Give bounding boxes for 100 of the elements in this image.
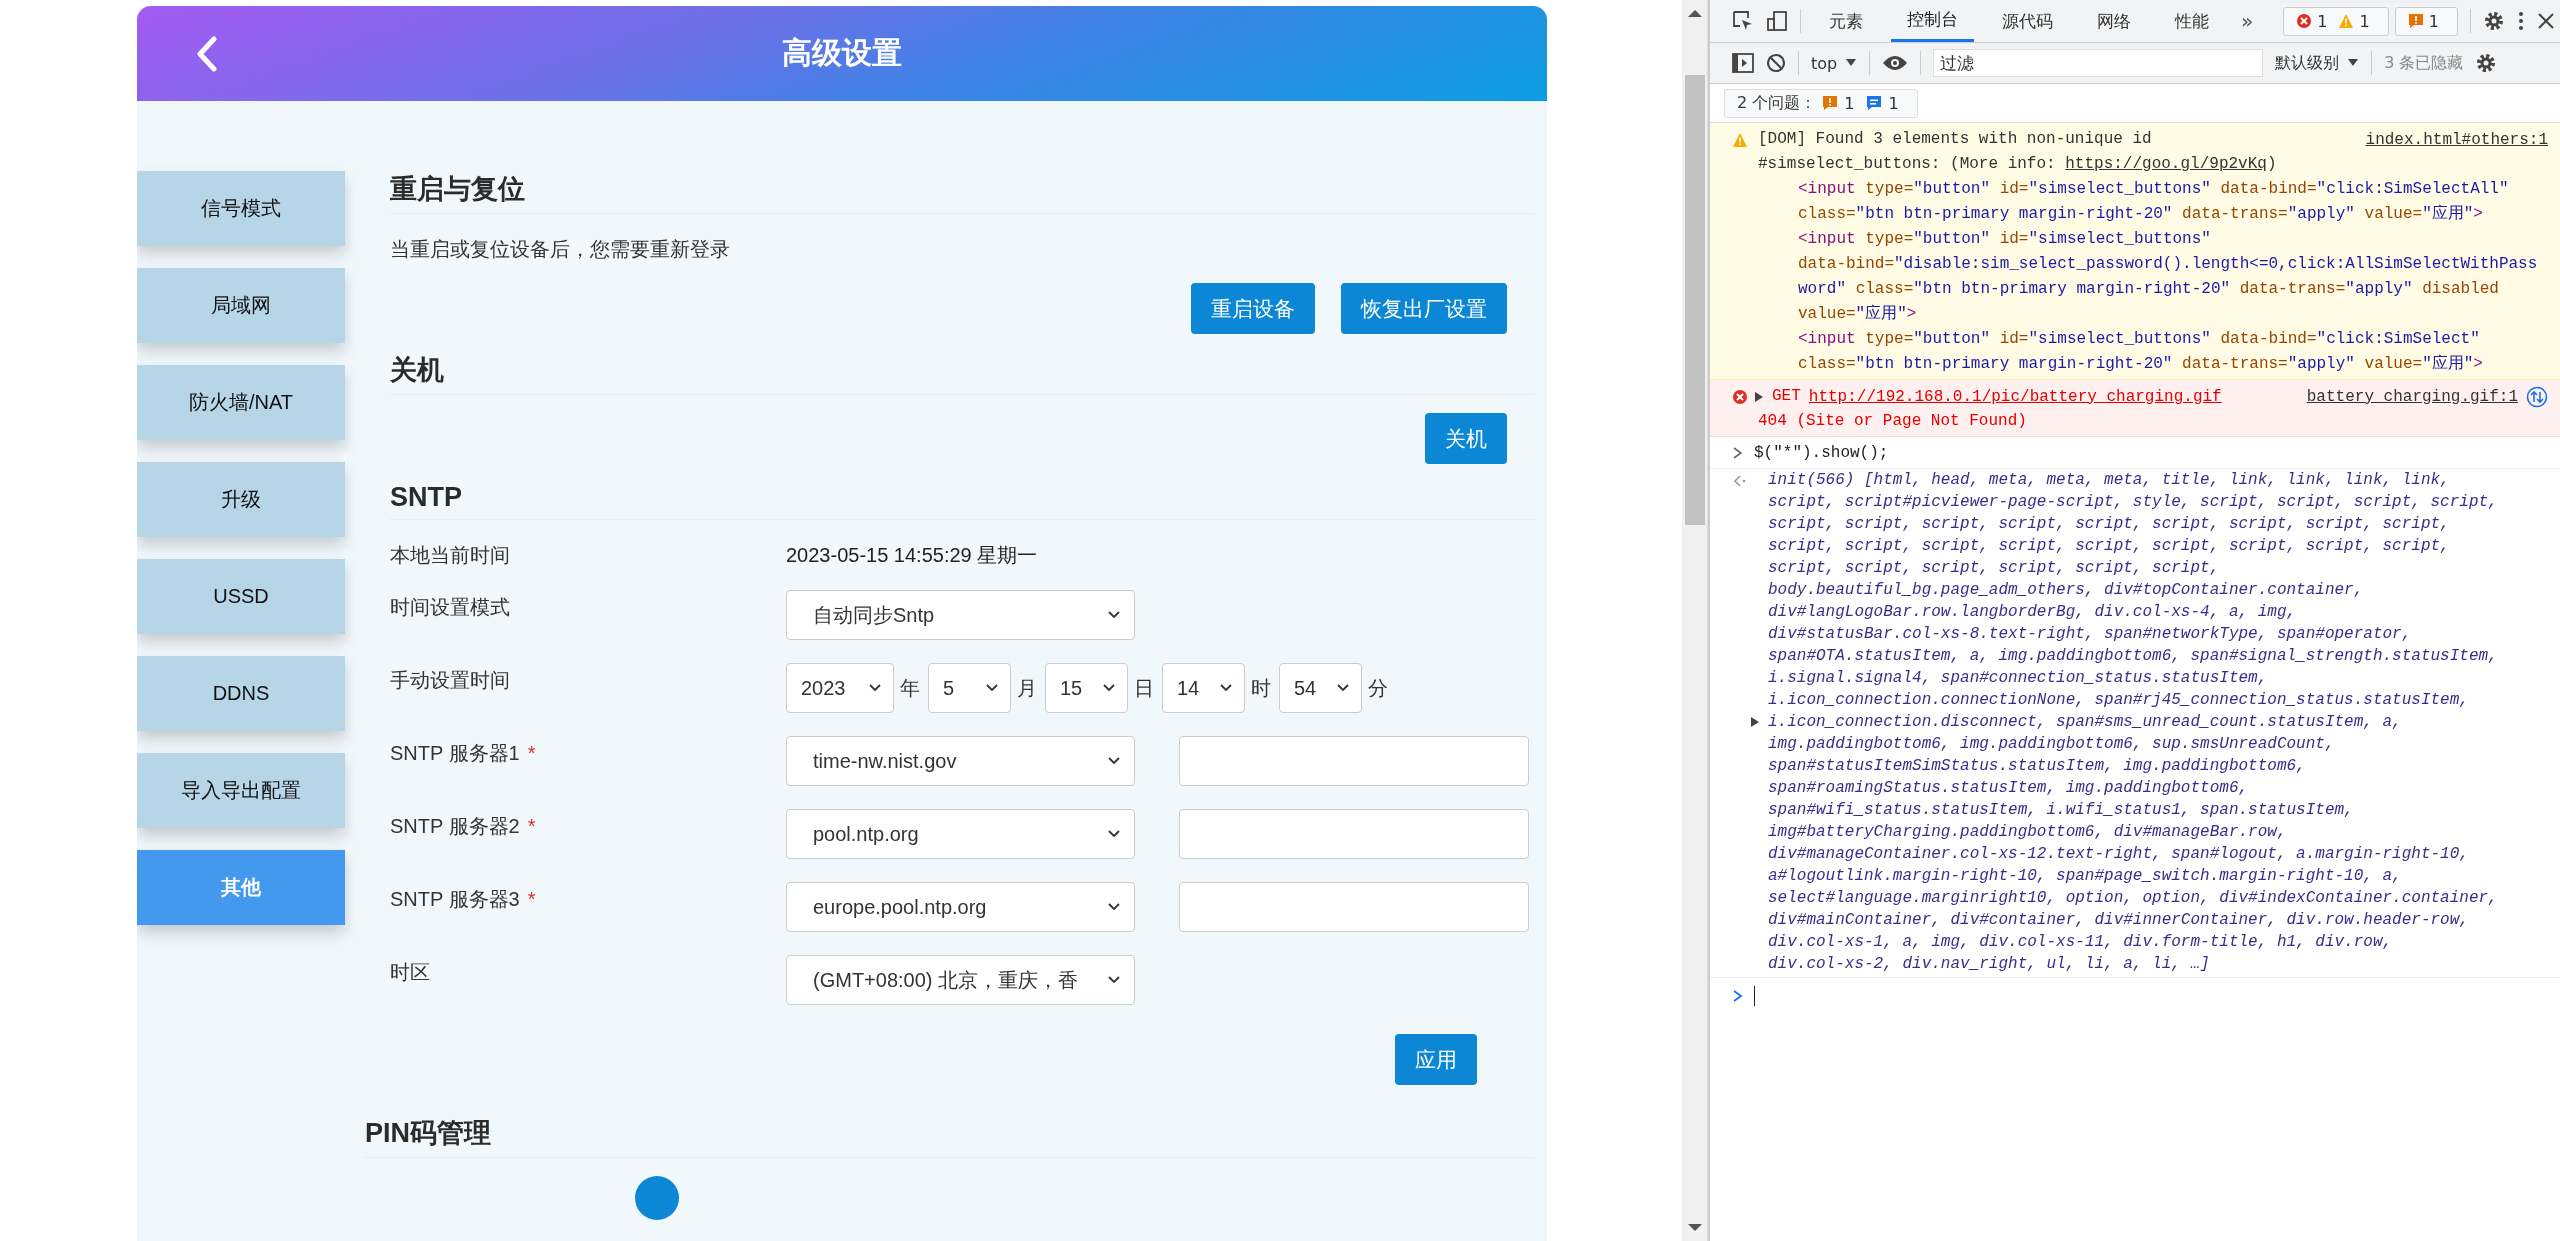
field-label: SNTP 服务器2	[390, 815, 520, 837]
console-output: body.beautiful_bg.page_adm_others, div#topContainer.container,	[1768, 580, 2364, 601]
request-url[interactable]: http://192.168.0.1/pic/battery_charging.gif	[1808, 387, 2222, 406]
action-button[interactable]: 恢复出厂设置	[1341, 283, 1507, 334]
sidebar-item[interactable]: USSD	[137, 559, 345, 634]
eye-icon[interactable]	[1882, 54, 1909, 72]
console-output: img#batteryCharging.paddingbottom6, div#manageBar.row,	[1768, 822, 2287, 843]
back-icon[interactable]	[195, 36, 219, 72]
console-output: select#language.marginright10, option, option, div#indexContainer.container,	[1768, 888, 2498, 909]
dropdown[interactable]: pool.ntp.org	[786, 809, 1135, 859]
warning-icon	[1732, 132, 1748, 148]
log-level-selector[interactable]: 默认级别	[2275, 52, 2360, 74]
required-mark: *	[527, 888, 536, 910]
scroll-down-icon[interactable]	[1687, 1224, 1702, 1231]
filter-field[interactable]: 过滤	[1933, 49, 2264, 77]
console-output: script, script, script, script, script, script, script, script, script,	[1768, 514, 2450, 535]
action-button[interactable]: 关机	[1425, 413, 1507, 464]
dropdown[interactable]: 5	[928, 663, 1011, 713]
sidebar-item[interactable]: 升级	[137, 462, 345, 537]
sidebar-item[interactable]: DDNS	[137, 656, 345, 731]
scroll-up-icon[interactable]	[1687, 10, 1702, 17]
input-field[interactable]	[1179, 736, 1529, 786]
devtools-tab[interactable]: 元素	[1813, 0, 1879, 42]
dropdown[interactable]: europe.pool.ntp.org	[786, 882, 1135, 932]
devtools-tab[interactable]: 网络	[2081, 0, 2147, 42]
required-mark: *	[527, 742, 536, 764]
console-output: div.col-xs-2, div.nav_right, ul, li, a, li, …]	[1768, 954, 2210, 975]
more-tabs-button[interactable]: »	[2237, 9, 2258, 33]
input-chevron-icon	[1732, 446, 1744, 460]
prompt-chevron-icon	[1732, 989, 1744, 1003]
issues-count[interactable]: 1	[2394, 6, 2458, 36]
unit-label: 日	[1134, 676, 1154, 701]
network-icon[interactable]	[2526, 385, 2548, 408]
html-element-snippet[interactable]: <input type="button" id="simselect_buttons" data-bind="click:SimSelect" class="btn btn-primary margin-right-20" data-trans="apply" value="应用">	[1798, 327, 2538, 377]
console-output: i.signal.signal4, span#connection_status.statusItem,	[1768, 668, 2268, 689]
console-output: div#manageContainer.col-xs-12.text-right, span#logout, a.margin-right-10,	[1768, 844, 2469, 865]
dropdown[interactable]: time-nw.nist.gov	[786, 736, 1135, 786]
info-link[interactable]: https://goo.gl/9p2vKq	[2065, 155, 2267, 173]
source-link[interactable]: index.html#others:1	[2365, 130, 2548, 149]
dropdown[interactable]: 54	[1279, 663, 1362, 713]
html-element-snippet[interactable]: <input type="button" id="simselect_buttons" data-bind="click:SimSelectAll" class="btn btn-primary margin-right-20" data-trans="apply" value="应用">	[1798, 177, 2538, 227]
sidebar-toggle-icon[interactable]	[1732, 53, 1754, 73]
expand-icon[interactable]	[1750, 716, 1760, 728]
console-command: $("*").show();	[1754, 443, 1889, 464]
more-menu-icon[interactable]	[2516, 10, 2525, 32]
close-icon[interactable]	[2536, 12, 2555, 30]
context-selector[interactable]: top	[1811, 53, 1858, 73]
console-output: span#statusItemSimStatus.statusItem, img.paddingbottom6,	[1768, 756, 2306, 777]
sidebar-item[interactable]: 防火墙/NAT	[137, 365, 345, 440]
text-cursor	[1754, 986, 1755, 1006]
expand-icon[interactable]	[1754, 390, 1764, 403]
html-element-snippet[interactable]: <input type="button" id="simselect_buttons" data-bind="disable:sim_select_password().length<=0,click:AllSimSelectWithPassword" class="btn btn-primary margin-right-20" data-trans="apply" disabled value="应用">	[1798, 227, 2538, 327]
info-text: 当重启或复位设备后，您需要重新登录	[390, 237, 731, 262]
warning-icon	[2338, 13, 2355, 29]
dropdown[interactable]: 15	[1045, 663, 1128, 713]
devtools-tab[interactable]: 源代码	[1986, 0, 2069, 42]
message-counts[interactable]: 1 1	[2283, 6, 2389, 36]
section-title: 重启与复位	[390, 171, 1535, 214]
action-button[interactable]: 重启设备	[1191, 283, 1315, 334]
toggle-knob[interactable]	[635, 1176, 679, 1220]
sidebar-item[interactable]: 局域网	[137, 268, 345, 343]
console-output: span#roamingStatus.statusItem, img.paddingbottom6,	[1768, 778, 2249, 799]
hidden-count: 3 条已隐藏	[2384, 52, 2464, 74]
dropdown[interactable]: 自动同步Sntp	[786, 590, 1135, 640]
dropdown[interactable]: 2023	[786, 663, 894, 713]
field-label: 时间设置模式	[390, 596, 510, 618]
issues-button[interactable]: 2 个问题： 1 1	[1724, 88, 1918, 118]
clear-icon[interactable]	[1766, 53, 1786, 73]
source-link[interactable]: battery_charging.gif:1	[2306, 387, 2518, 406]
sidebar-item[interactable]: 导入导出配置	[137, 753, 345, 828]
field-label: SNTP 服务器3	[390, 888, 520, 910]
console-output: i.icon_connection.connectionNone, span#rj45_connection_status.statusItem,	[1768, 690, 2469, 711]
error-detail: 404 (Site or Page Not Found)	[1758, 411, 2028, 432]
devtools-tab[interactable]: 性能	[2159, 0, 2225, 42]
inspect-icon[interactable]	[1732, 10, 1754, 32]
warning-detail: #simselect_buttons: (More info: https://goo.gl/9p2vKq)	[1758, 154, 2278, 175]
scrollbar-thumb[interactable]	[1684, 75, 1705, 525]
message-icon	[1866, 95, 1883, 111]
action-button[interactable]: 应用	[1395, 1034, 1477, 1085]
device-icon[interactable]	[1766, 10, 1788, 32]
time-value: 2023-05-15 14:55:29 星期一	[786, 543, 1038, 568]
input-field[interactable]	[1179, 882, 1529, 932]
sidebar-item[interactable]: 信号模式	[137, 171, 345, 246]
unit-label: 时	[1251, 676, 1271, 701]
dropdown[interactable]: (GMT+08:00) 北京，重庆，香	[786, 955, 1135, 1005]
field-label: SNTP 服务器1	[390, 742, 520, 764]
settings-icon[interactable]	[2482, 10, 2505, 32]
console-output: span#wifi_status.statusItem, i.wifi_status1, span.statusItem,	[1768, 800, 2354, 821]
dropdown-icon	[1845, 58, 1858, 68]
field-label: 手动设置时间	[390, 669, 510, 691]
section-title: 关机	[390, 352, 1535, 395]
console-output: span#OTA.statusItem, a, img.paddingbottom6, span#signal_strength.statusItem,	[1768, 646, 2498, 667]
settings-icon[interactable]	[2475, 52, 2498, 74]
section-title: PIN码管理	[365, 1115, 1535, 1158]
scrollbar[interactable]	[1682, 0, 1708, 1241]
input-field[interactable]	[1179, 809, 1529, 859]
warning-message: [DOM] Found 3 elements with non-unique id	[1758, 129, 2152, 150]
console-output: div.col-xs-1, a, img, div.col-xs-11, div.form-title, h1, div.row,	[1768, 932, 2393, 953]
error-icon	[1732, 389, 1748, 405]
dropdown[interactable]: 14	[1162, 663, 1245, 713]
